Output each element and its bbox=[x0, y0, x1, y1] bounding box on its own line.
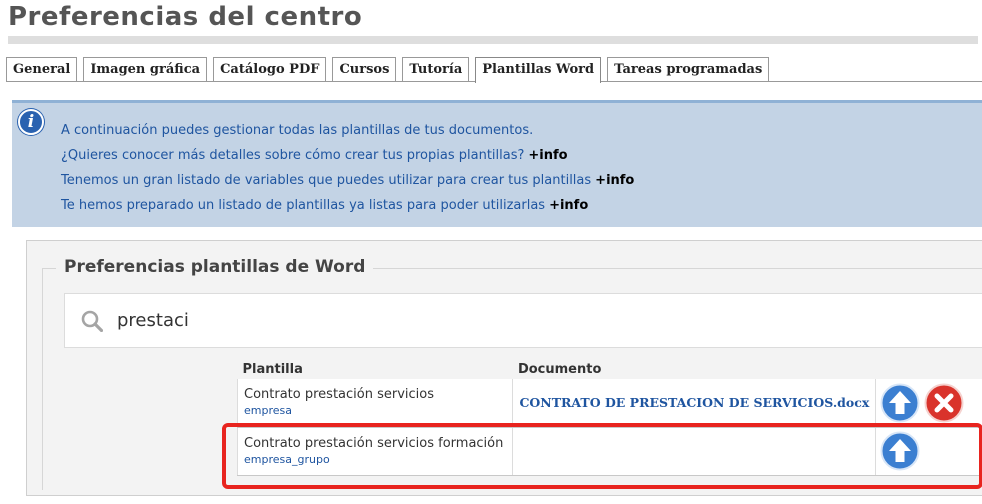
table-header-row: Plantilla Documento bbox=[238, 360, 982, 379]
page-title: Preferencias del centro bbox=[8, 2, 363, 32]
section-legend: Preferencias plantillas de Word bbox=[56, 257, 374, 277]
tab-plantillas-word[interactable]: Plantillas Word bbox=[475, 57, 602, 83]
search-icon bbox=[81, 310, 103, 332]
search-input[interactable] bbox=[117, 306, 957, 334]
column-header-documento: Documento bbox=[517, 362, 602, 377]
info-text: Tenemos un gran listado de variables que… bbox=[61, 173, 592, 188]
more-info-link[interactable]: +info bbox=[549, 198, 588, 213]
search-box bbox=[64, 293, 982, 348]
delete-icon[interactable] bbox=[924, 383, 964, 423]
title-divider bbox=[8, 36, 978, 44]
document-cell: CONTRATO DE PRESTACION DE SERVICIOS.docx bbox=[512, 379, 876, 428]
template-cell: Contrato prestación servicios empresa bbox=[236, 379, 513, 428]
actions-cell bbox=[875, 379, 982, 428]
more-info-link[interactable]: +info bbox=[595, 173, 634, 188]
tab-tutoria[interactable]: Tutoría bbox=[402, 57, 470, 81]
info-text: Te hemos preparado un listado de plantil… bbox=[61, 198, 546, 213]
info-text: A continuación puedes gestionar todas la… bbox=[61, 123, 534, 138]
info-box: i A continuación puedes gestionar todas … bbox=[12, 100, 982, 227]
tab-bar: General Imagen gráfica Catálogo PDF Curs… bbox=[6, 57, 775, 83]
tab-catalogo-pdf[interactable]: Catálogo PDF bbox=[213, 57, 327, 81]
tab-general[interactable]: General bbox=[6, 57, 78, 81]
highlight-box bbox=[222, 423, 982, 489]
info-icon: i bbox=[18, 109, 44, 135]
template-scope: empresa bbox=[244, 404, 292, 418]
info-line: Te hemos preparado un listado de plantil… bbox=[61, 198, 588, 213]
info-line: Tenemos un gran listado de variables que… bbox=[61, 173, 634, 188]
info-line: ¿Quieres conocer más detalles sobre cómo… bbox=[61, 148, 568, 163]
column-header-actions bbox=[876, 360, 982, 379]
tab-imagen-grafica[interactable]: Imagen gráfica bbox=[83, 57, 208, 81]
table-row: Contrato prestación servicios empresa CO… bbox=[236, 379, 982, 428]
info-text: ¿Quieres conocer más detalles sobre cómo… bbox=[61, 148, 525, 163]
info-line: A continuación puedes gestionar todas la… bbox=[61, 123, 533, 138]
column-header-plantilla: Plantilla bbox=[242, 362, 303, 377]
more-info-link[interactable]: +info bbox=[528, 148, 567, 163]
document-link[interactable]: CONTRATO DE PRESTACION DE SERVICIOS.docx bbox=[519, 395, 869, 410]
tab-tareas-programadas[interactable]: Tareas programadas bbox=[607, 57, 770, 81]
tab-cursos[interactable]: Cursos bbox=[332, 57, 397, 81]
template-name: Contrato prestación servicios bbox=[244, 387, 434, 403]
upload-icon[interactable] bbox=[880, 383, 920, 423]
